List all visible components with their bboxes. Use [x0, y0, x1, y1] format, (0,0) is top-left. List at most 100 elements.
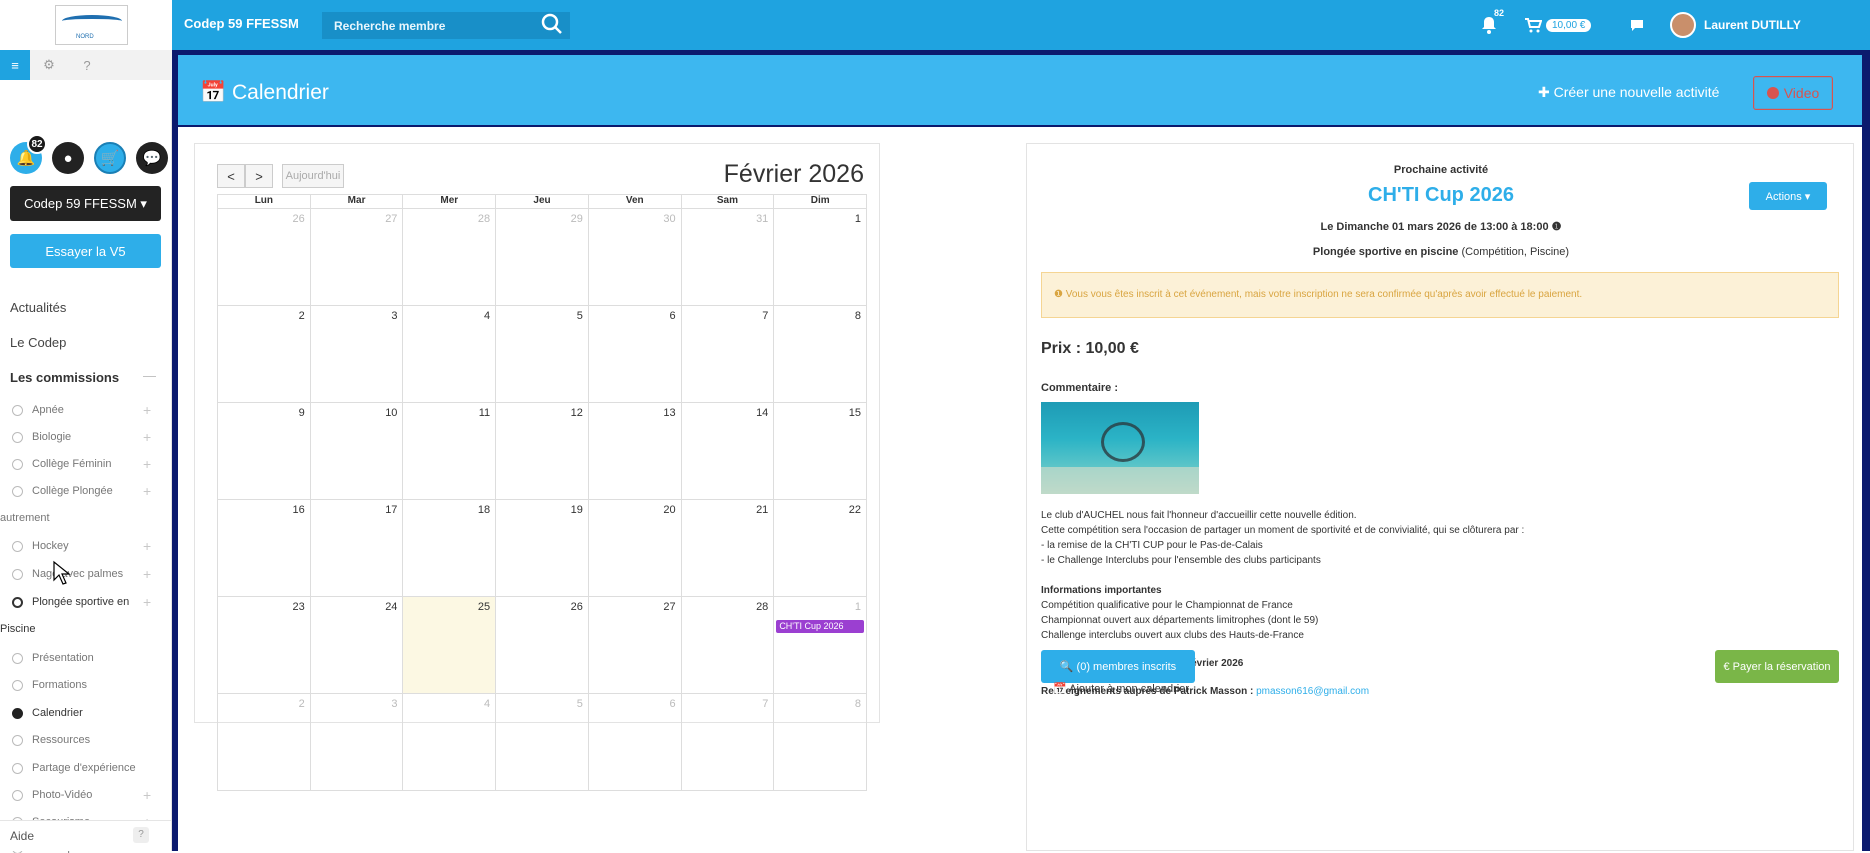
day-cell[interactable]: 4 — [403, 694, 497, 791]
sidebar-item-commissions[interactable]: Les commissions — [10, 370, 119, 385]
plus-icon[interactable]: + — [143, 456, 151, 472]
commission-apnee[interactable]: Apnée + — [12, 402, 151, 418]
day-cell[interactable]: 31 — [681, 209, 775, 306]
help-link[interactable]: Aide — [10, 829, 34, 843]
day-cell[interactable]: 6 — [588, 694, 682, 791]
plus-icon[interactable]: + — [143, 787, 151, 803]
day-cell[interactable]: 2 — [218, 694, 311, 791]
submenu-partage[interactable]: Partage d'expérience — [12, 762, 136, 774]
day-cell[interactable]: 5 — [496, 694, 589, 791]
help-icon[interactable]: ? — [133, 827, 149, 843]
submenu-formations[interactable]: Formations — [12, 679, 87, 691]
day-cell[interactable]: 3 — [310, 694, 404, 791]
actions-dropdown[interactable]: Actions ▾ — [1749, 182, 1827, 210]
day-cell[interactable]: 21 — [681, 500, 775, 597]
submenu-presentation[interactable]: Présentation — [12, 652, 94, 664]
add-to-calendar-link[interactable]: 📅 Ajouter à mon calendrier — [1053, 682, 1189, 695]
email-link[interactable]: pmasson616@gmail.com — [1256, 686, 1369, 697]
day-cell[interactable]: 27 — [310, 209, 404, 306]
commission-biologie[interactable]: Biologie + — [12, 429, 151, 445]
commission-college-plongee[interactable]: Collège Plongée + — [12, 483, 151, 499]
day-cell[interactable]: 8 — [774, 306, 868, 403]
user-name[interactable]: Laurent DUTILLY — [1704, 18, 1801, 32]
plus-icon[interactable]: + — [143, 566, 151, 582]
plus-icon[interactable]: + — [143, 483, 151, 499]
pay-button[interactable]: € Payer la réservation — [1715, 650, 1839, 683]
day-cell[interactable]: 30 — [588, 209, 682, 306]
submenu-ressources[interactable]: Ressources — [12, 734, 90, 746]
day-cell[interactable]: 5 — [496, 306, 589, 403]
day-cell[interactable]: 1 CH'TI Cup 2026 — [774, 597, 868, 694]
commission-hockey[interactable]: Hockey + — [12, 538, 151, 554]
codep-dropdown[interactable]: Codep 59 FFESSM ▾ — [10, 186, 161, 221]
day-cell[interactable]: 18 — [403, 500, 497, 597]
day-cell[interactable]: 22 — [774, 500, 868, 597]
today-button[interactable]: Aujourd'hui — [282, 164, 344, 188]
day-cell[interactable]: 26 — [496, 597, 589, 694]
day-cell[interactable]: 23 — [218, 597, 311, 694]
commission-college-feminin[interactable]: Collège Féminin + — [12, 456, 151, 472]
commission-plongee-sportive[interactable]: Plongée sportive en + — [12, 594, 151, 610]
help-tab[interactable]: ? — [68, 50, 106, 80]
day-cell[interactable]: 9 — [218, 403, 311, 500]
chat-icon[interactable] — [1629, 18, 1645, 32]
cart-area[interactable]: 10,00 € — [1524, 0, 1592, 50]
next-month-button[interactable]: > — [245, 164, 273, 188]
day-cell[interactable]: 4 — [403, 306, 497, 403]
day-cell[interactable]: 2 — [218, 306, 311, 403]
day-cell[interactable]: 3 — [310, 306, 404, 403]
members-button[interactable]: 🔍 (0) membres inscrits — [1041, 650, 1195, 683]
day-cell[interactable]: 24 — [310, 597, 404, 694]
video-button[interactable]: Video — [1753, 76, 1833, 110]
sidebar-item-actualites[interactable]: Actualités — [10, 300, 66, 315]
activity-title[interactable]: CH'TI Cup 2026 — [1027, 184, 1855, 207]
settings-tab[interactable]: ⚙ — [30, 50, 68, 80]
avatar[interactable] — [1670, 12, 1696, 38]
plus-icon[interactable]: + — [143, 429, 151, 445]
day-cell[interactable]: 6 — [588, 306, 682, 403]
user-menu[interactable]: Laurent DUTILLY — [1670, 0, 1801, 50]
day-cell[interactable]: 8 — [774, 694, 868, 791]
bell-icon[interactable] — [1480, 15, 1498, 35]
quick-cart-button[interactable]: 🛒 — [94, 142, 126, 174]
sidebar-item-codep[interactable]: Le Codep — [10, 335, 66, 350]
chat-area[interactable] — [1629, 0, 1645, 50]
cart-icon[interactable] — [1524, 17, 1542, 33]
day-cell[interactable]: 19 — [496, 500, 589, 597]
search-icon[interactable] — [540, 12, 564, 36]
brand-label[interactable]: Codep 59 FFESSM — [184, 16, 299, 31]
try-v5-button[interactable]: Essayer la V5 — [10, 234, 161, 268]
day-cell[interactable]: 20 — [588, 500, 682, 597]
quick-chat-button[interactable]: 💬 — [136, 142, 168, 174]
day-cell[interactable]: 7 — [681, 694, 775, 791]
logo[interactable]: NORD — [0, 0, 172, 50]
notif-area[interactable]: 82 — [1480, 0, 1508, 50]
day-cell[interactable]: 26 — [218, 209, 311, 306]
day-cell[interactable]: 14 — [681, 403, 775, 500]
day-cell[interactable]: 17 — [310, 500, 404, 597]
day-cell[interactable]: 28 — [403, 209, 497, 306]
day-cell[interactable]: 28 — [681, 597, 775, 694]
plus-icon[interactable]: + — [143, 538, 151, 554]
submenu-calendrier[interactable]: Calendrier — [12, 707, 83, 719]
create-activity-button[interactable]: ✚ Créer une nouvelle activité — [1538, 84, 1719, 101]
day-cell[interactable]: 10 — [310, 403, 404, 500]
day-cell[interactable]: 12 — [496, 403, 589, 500]
calendar-event[interactable]: CH'TI Cup 2026 — [776, 620, 865, 633]
day-cell[interactable]: 1 — [774, 209, 868, 306]
day-cell[interactable]: 16 — [218, 500, 311, 597]
day-cell[interactable]: 13 — [588, 403, 682, 500]
day-cell[interactable]: 25 — [403, 597, 497, 694]
day-cell[interactable]: 7 — [681, 306, 775, 403]
search-input[interactable]: Recherche membre — [322, 12, 570, 39]
quick-user-button[interactable]: ● — [52, 142, 84, 174]
day-cell[interactable]: 11 — [403, 403, 497, 500]
plus-icon[interactable]: + — [143, 402, 151, 418]
day-cell[interactable]: 29 — [496, 209, 589, 306]
day-cell[interactable]: 27 — [588, 597, 682, 694]
menu-tab[interactable]: ≡ — [0, 50, 30, 80]
collapse-icon[interactable]: — — [143, 368, 156, 383]
prev-month-button[interactable]: < — [217, 164, 245, 188]
submenu-photo-video[interactable]: Photo-Vidéo + — [12, 787, 151, 803]
plus-icon[interactable]: + — [143, 594, 151, 610]
